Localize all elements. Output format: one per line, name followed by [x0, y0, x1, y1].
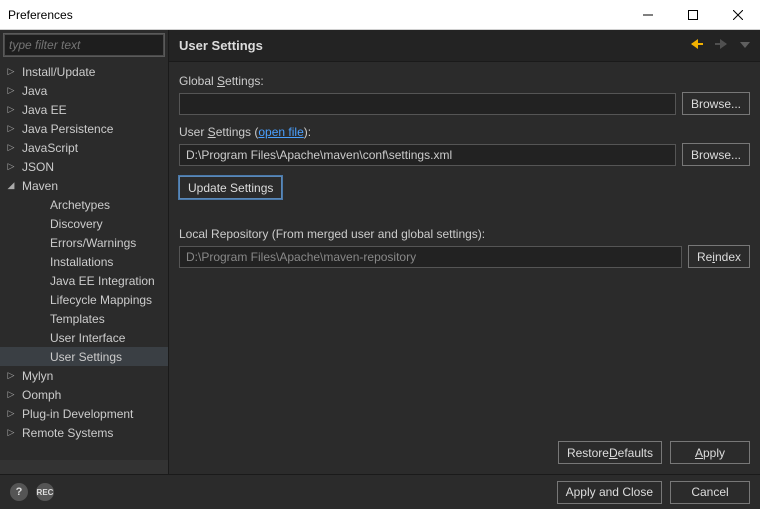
chevron-right-icon[interactable]: ▷	[4, 104, 18, 115]
chevron-right-icon[interactable]: ▷	[4, 370, 18, 381]
titlebar: Preferences	[0, 0, 760, 30]
tree-item-label: Templates	[36, 312, 105, 326]
tree-item-maven[interactable]: ◢Maven	[0, 176, 168, 195]
tree-item-java-ee-integration[interactable]: Java EE Integration	[0, 271, 168, 290]
tree-item-discovery[interactable]: Discovery	[0, 214, 168, 233]
tree-item-label: JavaScript	[18, 141, 78, 155]
tree-item-json[interactable]: ▷JSON	[0, 157, 168, 176]
back-arrow-icon[interactable]	[688, 37, 704, 54]
tree-item-label: Remote Systems	[18, 426, 113, 440]
tree-item-templates[interactable]: Templates	[0, 309, 168, 328]
tree-item-install-update[interactable]: ▷Install/Update	[0, 62, 168, 81]
global-settings-input[interactable]	[179, 93, 676, 115]
tree-item-label: Plug-in Development	[18, 407, 133, 421]
tree-item-installations[interactable]: Installations	[0, 252, 168, 271]
tree-item-label: Java EE	[18, 103, 67, 117]
cancel-button[interactable]: Cancel	[670, 481, 750, 504]
tree-item-java-ee[interactable]: ▷Java EE	[0, 100, 168, 119]
dialog-footer: ? REC Apply and Close Cancel	[0, 474, 760, 509]
tree-item-label: Java	[18, 84, 47, 98]
page-title: User Settings	[179, 38, 688, 53]
local-repository-label: Local Repository (From merged user and g…	[179, 227, 750, 241]
tree-item-label: Mylyn	[18, 369, 53, 383]
chevron-right-icon[interactable]: ▷	[4, 85, 18, 96]
close-button[interactable]	[715, 1, 760, 29]
filter-input[interactable]	[4, 34, 164, 56]
tree-item-plug-in-development[interactable]: ▷Plug-in Development	[0, 404, 168, 423]
tree-item-mylyn[interactable]: ▷Mylyn	[0, 366, 168, 385]
tree-h-scrollbar[interactable]	[0, 460, 168, 474]
update-settings-button[interactable]: Update Settings	[179, 176, 282, 199]
chevron-right-icon[interactable]: ▷	[4, 161, 18, 172]
tree-item-label: Discovery	[36, 217, 103, 231]
forward-arrow-icon[interactable]	[714, 37, 730, 54]
tree-item-java[interactable]: ▷Java	[0, 81, 168, 100]
tree-item-label: Maven	[18, 179, 58, 193]
main-container: ▷Install/Update▷Java▷Java EE▷Java Persis…	[0, 30, 760, 474]
chevron-right-icon[interactable]: ▷	[4, 123, 18, 134]
tree-item-oomph[interactable]: ▷Oomph	[0, 385, 168, 404]
tree-item-errors-warnings[interactable]: Errors/Warnings	[0, 233, 168, 252]
maximize-button[interactable]	[670, 1, 715, 29]
browse-user-button[interactable]: Browse...	[682, 143, 750, 166]
chevron-right-icon[interactable]: ▷	[4, 142, 18, 153]
window-controls	[625, 1, 760, 29]
tree-item-label: Installations	[36, 255, 113, 269]
tree-item-label: User Settings	[36, 350, 122, 364]
sidebar: ▷Install/Update▷Java▷Java EE▷Java Persis…	[0, 30, 168, 474]
tree-item-label: Install/Update	[18, 65, 95, 79]
restore-defaults-button[interactable]: Restore Defaults	[558, 441, 662, 464]
open-file-link[interactable]: open file	[258, 125, 303, 139]
chevron-right-icon[interactable]: ▷	[4, 389, 18, 400]
menu-dropdown-icon[interactable]	[740, 39, 750, 53]
tree-item-label: Lifecycle Mappings	[36, 293, 152, 307]
tree-item-javascript[interactable]: ▷JavaScript	[0, 138, 168, 157]
tree-item-user-interface[interactable]: User Interface	[0, 328, 168, 347]
reindex-button[interactable]: Reindex	[688, 245, 750, 268]
tree-item-label: Java EE Integration	[36, 274, 155, 288]
apply-button[interactable]: Apply	[670, 441, 750, 464]
tree-item-remote-systems[interactable]: ▷Remote Systems	[0, 423, 168, 442]
apply-and-close-button[interactable]: Apply and Close	[557, 481, 662, 504]
chevron-right-icon[interactable]: ▷	[4, 408, 18, 419]
browse-global-button[interactable]: Browse...	[682, 92, 750, 115]
tree-item-label: User Interface	[36, 331, 125, 345]
minimize-button[interactable]	[625, 1, 670, 29]
tree-item-archetypes[interactable]: Archetypes	[0, 195, 168, 214]
chevron-right-icon[interactable]: ▷	[4, 427, 18, 438]
tree-item-java-persistence[interactable]: ▷Java Persistence	[0, 119, 168, 138]
local-repository-input	[179, 246, 682, 268]
settings-form: Global Settings: Browse... User Settings…	[169, 62, 760, 474]
window-title: Preferences	[0, 8, 625, 22]
tree-item-label: Errors/Warnings	[36, 236, 136, 250]
tree-item-label: Oomph	[18, 388, 61, 402]
global-settings-label: Global Settings:	[179, 74, 750, 88]
user-settings-label: User Settings (open file):	[179, 125, 750, 139]
content-panel: User Settings Global Settings: Brow	[168, 30, 760, 474]
rec-icon[interactable]: REC	[36, 483, 54, 501]
tree-item-user-settings[interactable]: User Settings	[0, 347, 168, 366]
tree-item-label: JSON	[18, 160, 54, 174]
chevron-right-icon[interactable]: ▷	[4, 66, 18, 77]
preferences-tree[interactable]: ▷Install/Update▷Java▷Java EE▷Java Persis…	[0, 60, 168, 460]
tree-item-label: Java Persistence	[18, 122, 113, 136]
chevron-down-icon[interactable]: ◢	[4, 180, 18, 191]
user-settings-input[interactable]	[179, 144, 676, 166]
content-header: User Settings	[169, 30, 760, 62]
tree-item-lifecycle-mappings[interactable]: Lifecycle Mappings	[0, 290, 168, 309]
tree-item-label: Archetypes	[36, 198, 110, 212]
help-icon[interactable]: ?	[10, 483, 28, 501]
